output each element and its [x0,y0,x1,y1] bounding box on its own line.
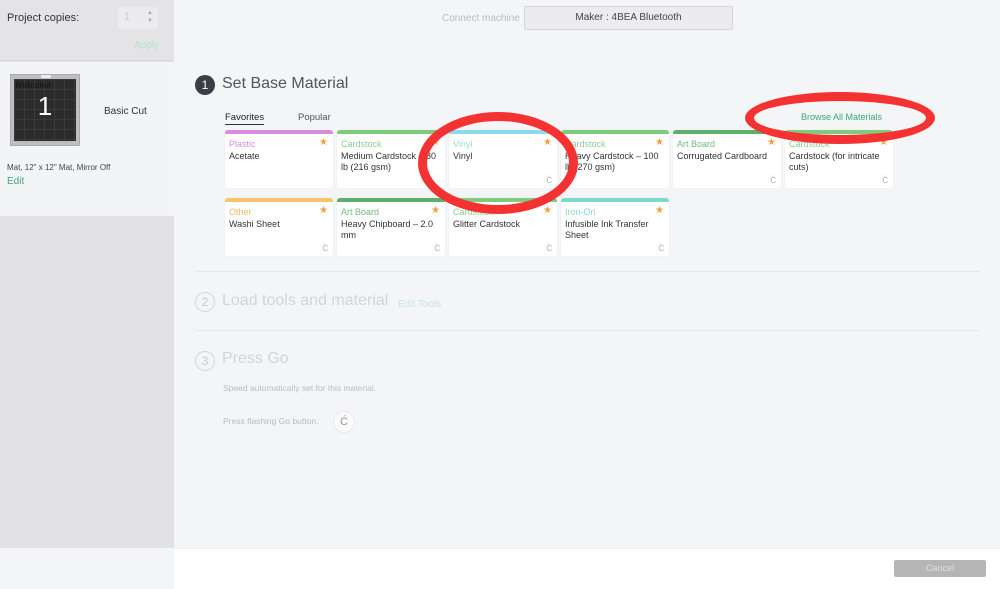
divider [195,330,980,331]
material-category: Cardstock [453,207,494,217]
category-color-bar [337,130,445,134]
material-name: Medium Cardstock – 80 lb (216 gsm) [341,151,437,172]
material-card[interactable]: Art Board ★ Heavy Chipboard – 2.0 mm C̈ [337,198,445,256]
material-category: Cardstock [789,139,830,149]
stepper-down-icon[interactable]: ▼ [146,17,154,25]
mat-edit-link[interactable]: Edit [7,176,24,187]
material-category: Art Board [341,207,380,217]
material-name: Heavy Cardstock – 100 lb (270 gsm) [565,151,659,172]
mat-panel[interactable]: Welcome 1 Basic Cut Mat, 12" x 12" Mat, … [0,62,174,216]
footer [174,548,1000,589]
favorite-star-icon[interactable]: ★ [655,137,664,148]
cricut-cut-icon: C̈ [546,176,552,185]
material-category: Plastic [229,139,256,149]
project-copies-input[interactable]: 1 ▲ ▼ [118,7,158,29]
favorite-star-icon[interactable]: ★ [431,205,440,216]
material-name: Glitter Cardstock [453,219,521,229]
mat-design-preview: Welcome [15,81,52,90]
apply-button[interactable]: Apply [134,40,159,51]
footer-left [0,548,174,589]
material-name: Vinyl [453,151,473,161]
category-color-bar [449,130,557,134]
stepper-up-icon[interactable]: ▲ [146,9,154,17]
step-1-title: Set Base Material [222,75,349,92]
mat-tab [41,75,51,78]
material-name: Washi Sheet [229,219,280,229]
category-color-bar [225,130,333,134]
category-color-bar [337,198,445,202]
favorite-star-icon[interactable]: ★ [879,137,888,148]
step-3-title: Press Go [222,350,289,367]
step-1-number: 1 [195,75,215,95]
connect-machine-label: Connect machine [442,13,520,24]
material-card[interactable]: Cardstock ★ Glitter Cardstock C̈ [449,198,557,256]
category-color-bar [673,130,781,134]
favorite-star-icon[interactable]: ★ [543,205,552,216]
machine-select-button[interactable]: Maker : 4BEA Bluetooth [524,6,733,30]
material-category: Cardstock [341,139,382,149]
category-color-bar [449,198,557,202]
cricut-cut-icon: C̈ [322,244,328,253]
material-category: Vinyl [453,139,473,149]
material-category: Other [229,207,252,217]
project-copies-value: 1 [124,11,131,23]
mat-number: 1 [37,91,53,121]
material-card[interactable]: Vinyl ★ Vinyl C̈ [449,130,557,188]
material-name: Heavy Chipboard – 2.0 mm [341,219,434,240]
go-button-icon: Ć [333,411,355,433]
mat-thumbnail[interactable]: Welcome 1 [10,74,80,146]
material-name: Corrugated Cardboard [677,151,768,161]
tab-popular[interactable]: Popular [298,112,331,123]
favorite-star-icon[interactable]: ★ [319,205,328,216]
browse-all-materials-link[interactable]: Browse All Materials [801,112,882,122]
material-category: Iron-On [565,207,596,217]
step-2-number: 2 [195,292,215,312]
cricut-cut-icon: C̈ [546,244,552,253]
material-category: Cardstock [565,139,606,149]
mat-description: Mat, 12" x 12" Mat, Mirror Off [7,163,111,172]
category-color-bar [561,198,669,202]
cricut-cut-icon: C̈ [882,176,888,185]
category-color-bar [561,130,669,134]
category-color-bar [785,130,893,134]
material-card[interactable]: Cardstock ★ Cardstock (for intricate cuts)… [785,130,893,188]
favorite-star-icon[interactable]: ★ [431,137,440,148]
copies-stepper[interactable]: ▲ ▼ [146,9,154,27]
cricut-cut-icon: C̈ [770,176,776,185]
speed-info-text: Speed automatically set for this materia… [223,383,377,393]
material-card[interactable]: Art Board ★ Corrugated Cardboard C̈ [673,130,781,188]
tab-favorites[interactable]: Favorites [225,112,265,125]
favorite-star-icon[interactable]: ★ [767,137,776,148]
project-copies-label: Project copies: [7,12,80,24]
material-name: Infusible Ink Transfer Sheet [565,219,649,240]
cancel-button[interactable]: Cancel [894,560,986,577]
press-go-text: Press flashing Go button. [223,416,319,426]
mat-name: Basic Cut [104,106,147,117]
cricut-cut-icon: C̈ [658,244,664,253]
project-copies-panel: Project copies: 1 ▲ ▼ Apply [0,0,174,61]
material-category: Art Board [677,139,716,149]
favorite-star-icon[interactable]: ★ [319,137,328,148]
favorite-star-icon[interactable]: ★ [655,205,664,216]
material-name: Acetate [229,151,260,161]
material-card[interactable]: Iron-On ★ Infusible Ink Transfer Sheet C̈ [561,198,669,256]
cricut-cut-icon: C̈ [434,244,440,253]
material-name: Cardstock (for intricate cuts) [789,151,880,172]
material-card[interactable]: Other ★ Washi Sheet C̈ [225,198,333,256]
divider [195,271,980,272]
category-color-bar [225,198,333,202]
edit-tools-link[interactable]: Edit Tools [398,299,441,310]
step-3-number: 3 [195,351,215,371]
material-card[interactable]: Cardstock ★ Medium Cardstock – 80 lb (216 … [337,130,445,188]
material-card[interactable]: Cardstock ★ Heavy Cardstock – 100 lb (270 … [561,130,669,188]
material-card[interactable]: Plastic ★ Acetate [225,130,333,188]
favorite-star-icon[interactable]: ★ [543,137,552,148]
step-2-title: Load tools and material [222,292,389,309]
